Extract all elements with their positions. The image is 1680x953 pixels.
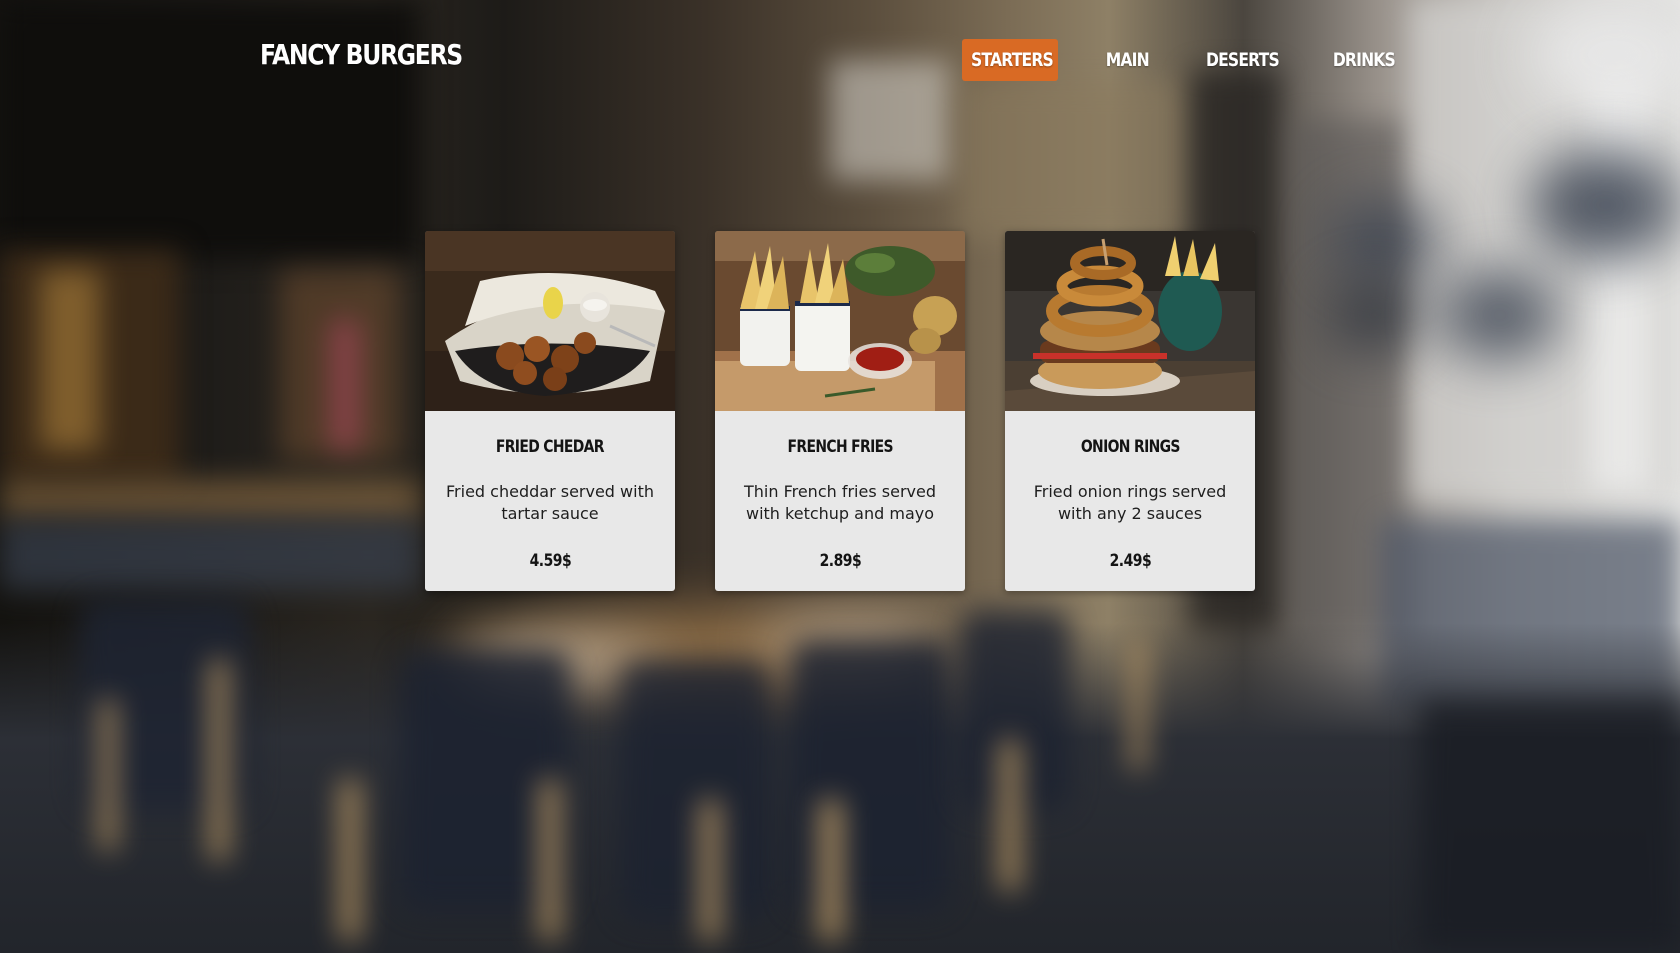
menu-card[interactable]: FRENCH FRIES Thin French fries served wi… [715,231,965,591]
menu-item-name: FRENCH FRIES [787,437,893,457]
nav-item-drinks[interactable]: DRINKS [1326,39,1398,81]
menu-cards: FRIED CHEDAR Fried cheddar served with t… [0,231,1680,591]
menu-item-name: ONION RINGS [1080,437,1181,457]
nav-item-deserts[interactable]: DESERTS [1198,39,1284,81]
french-fries-photo [715,231,965,411]
menu-item-price: 4.59$ [529,551,571,571]
site-header: FANCY BURGERS STARTERS MAIN DESERTS DRIN… [0,0,1680,120]
nav-item-starters[interactable]: STARTERS [962,39,1058,81]
menu-item-name: FRIED CHEDAR [495,437,605,457]
menu-item-description: Fried cheddar served with tartar sauce [446,482,654,523]
menu-card[interactable]: ONION RINGS Fried onion rings served wit… [1005,231,1255,591]
fried-cheddar-image [425,231,675,411]
menu-item-description: Fried onion rings served with any 2 sauc… [1033,482,1227,523]
main-nav: STARTERS MAIN DESERTS DRINKS [0,39,1680,81]
onion-rings-image [1005,231,1255,411]
nav-item-main[interactable]: MAIN [1096,39,1158,81]
french-fries-image [715,231,965,411]
onion-rings-photo [1005,231,1255,411]
menu-item-price: 2.89$ [819,551,861,571]
menu-item-price: 2.49$ [1109,551,1151,571]
fried-cheddar-photo [425,231,675,411]
menu-item-description: Thin French fries served with ketchup an… [743,482,936,523]
menu-card[interactable]: FRIED CHEDAR Fried cheddar served with t… [425,231,675,591]
